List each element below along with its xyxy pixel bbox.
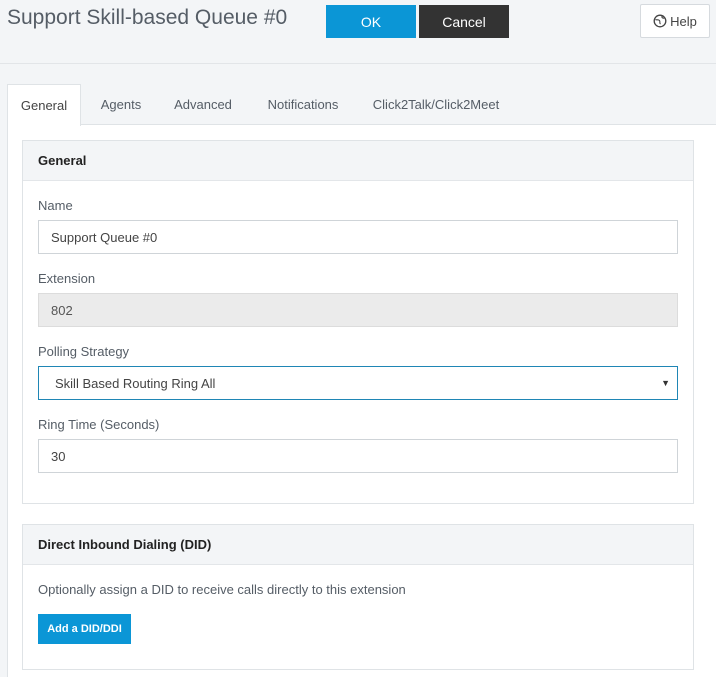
caret-down-icon: ▼ bbox=[661, 378, 670, 388]
cancel-button[interactable]: Cancel bbox=[419, 5, 509, 38]
page-header: Support Skill-based Queue #0 OK Cancel H… bbox=[0, 0, 716, 64]
extension-field: 802 bbox=[38, 293, 678, 327]
page-title: Support Skill-based Queue #0 bbox=[7, 6, 288, 29]
add-did-button[interactable]: Add a DID/DDI bbox=[38, 614, 131, 644]
polling-strategy-value: Skill Based Routing Ring All bbox=[55, 375, 216, 391]
ok-button[interactable]: OK bbox=[326, 5, 416, 38]
polling-strategy-select[interactable]: Skill Based Routing Ring All ▼ bbox=[38, 366, 678, 400]
ring-time-input[interactable]: 30 bbox=[38, 439, 678, 473]
did-panel-heading: Direct Inbound Dialing (DID) bbox=[23, 525, 693, 565]
tab-advanced[interactable]: Advanced bbox=[161, 84, 245, 125]
help-button[interactable]: Help bbox=[640, 4, 710, 38]
globe-icon bbox=[653, 14, 667, 28]
tab-notifications[interactable]: Notifications bbox=[253, 84, 353, 125]
did-description: Optionally assign a DID to receive calls… bbox=[38, 582, 406, 597]
tab-click2talk[interactable]: Click2Talk/Click2Meet bbox=[361, 84, 511, 125]
general-panel-heading: General bbox=[23, 141, 693, 181]
tab-bar: General Agents Advanced Notifications Cl… bbox=[7, 84, 716, 126]
extension-label: Extension bbox=[38, 271, 96, 286]
name-input[interactable]: Support Queue #0 bbox=[38, 220, 678, 254]
name-label: Name bbox=[38, 198, 73, 213]
help-label: Help bbox=[670, 13, 697, 29]
ring-time-label: Ring Time (Seconds) bbox=[38, 417, 160, 432]
tab-agents[interactable]: Agents bbox=[87, 84, 155, 125]
did-panel: Direct Inbound Dialing (DID) bbox=[22, 524, 694, 670]
tab-general[interactable]: General bbox=[7, 84, 81, 126]
polling-strategy-label: Polling Strategy bbox=[38, 344, 130, 359]
